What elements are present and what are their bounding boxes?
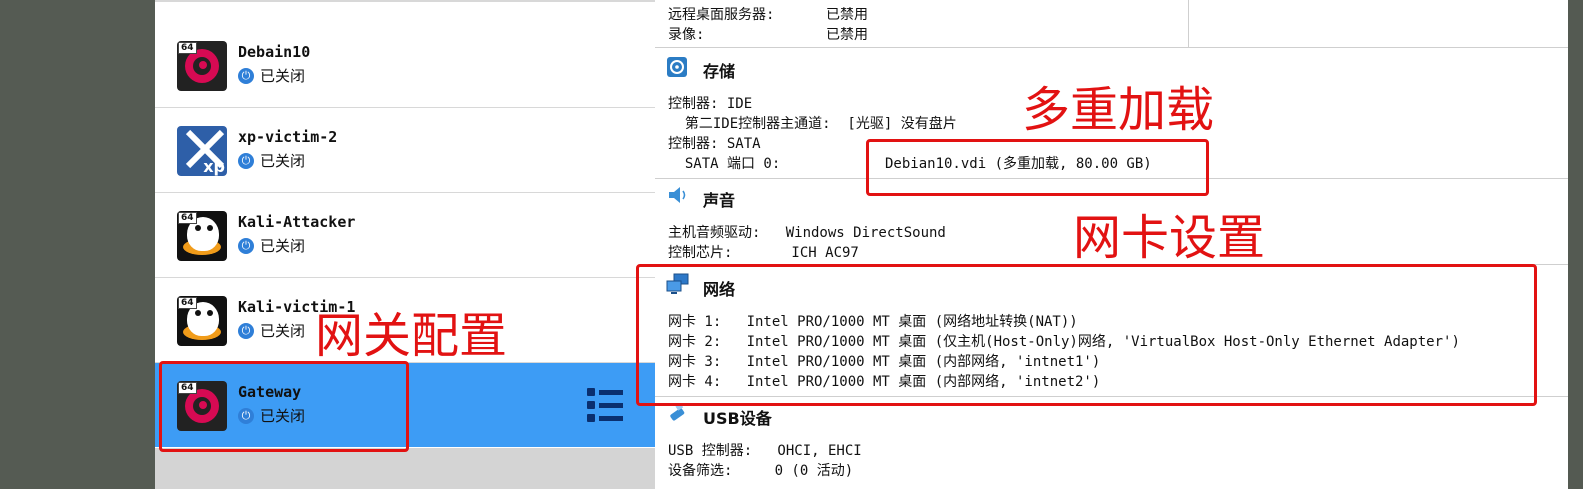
nic-annotation: 网卡设置 [1073,210,1266,266]
gateway-annotation: 网关配置 [315,308,508,364]
desktop-background-right [1568,0,1583,489]
power-off-icon: ⏻ [238,322,254,339]
vm-name: Debain10 [238,43,311,61]
kali-os-icon: 64 [177,211,227,261]
remote-desktop-label: 远程桌面服务器: [668,7,775,23]
vm-status: ⏻ 已关闭 [238,235,305,256]
kali-os-icon: 64 [177,296,227,346]
storage-icon [667,57,687,77]
audio-line: 主机音频驱动: Windows DirectSound [668,225,946,241]
storage-line: SATA 端口 0: [668,156,781,172]
debian-os-icon: 64 [177,41,227,91]
nic-highlight-box [636,264,1537,406]
usb-title[interactable]: USB设备 [703,405,772,429]
section-divider [655,47,1568,48]
usb-line: USB 控制器: OHCI, EHCI [668,443,862,459]
vm-item-debain10[interactable]: 64 Debain10 ⏻ 已关闭 [155,23,655,109]
storage-line: 第二IDE控制器主通道: [光驱] 没有盘片 [668,116,957,132]
usb-line: 设备筛选: 0 (0 活动) [668,463,854,479]
power-off-icon: ⏻ [238,67,254,84]
machine-tools-menu-icon[interactable] [587,388,623,422]
recording-label: 录像: [668,27,705,43]
multiload-annotation: 多重加载 [1022,82,1215,138]
list-empty-area [155,448,655,489]
recording-value: 已禁用 [826,27,868,43]
storage-line: 控制器: IDE [668,96,753,112]
windows-xp-os-icon: xp [177,126,227,176]
gateway-highlight-box [159,361,409,452]
preview-divider [1188,0,1189,47]
vm-status: ⏻ 已关闭 [238,320,305,341]
power-off-icon: ⏻ [238,237,254,254]
vm-name: xp-victim-2 [238,128,338,146]
vm-status: ⏻ 已关闭 [238,150,305,171]
power-off-icon: ⏻ [238,152,254,169]
desktop-background [0,0,155,489]
vm-name: Kali-Attacker [238,213,356,231]
usb-icon [670,403,685,421]
vm-item-xp-victim-2[interactable]: xp xp-victim-2 ⏻ 已关闭 [155,108,655,194]
vm-status: ⏻ 已关闭 [238,65,305,86]
storage-title[interactable]: 存储 [703,58,735,82]
remote-desktop-value: 已禁用 [826,7,868,23]
speaker-icon [669,187,686,203]
storage-line: 控制器: SATA [668,136,761,152]
audio-title[interactable]: 声音 [703,187,735,211]
multiload-highlight-box [866,139,1209,196]
audio-line: 控制芯片: ICH AC97 [668,245,859,261]
vm-item-partial[interactable] [155,0,655,2]
vm-item-kali-attacker[interactable]: 64 Kali-Attacker ⏻ 已关闭 [155,193,655,279]
